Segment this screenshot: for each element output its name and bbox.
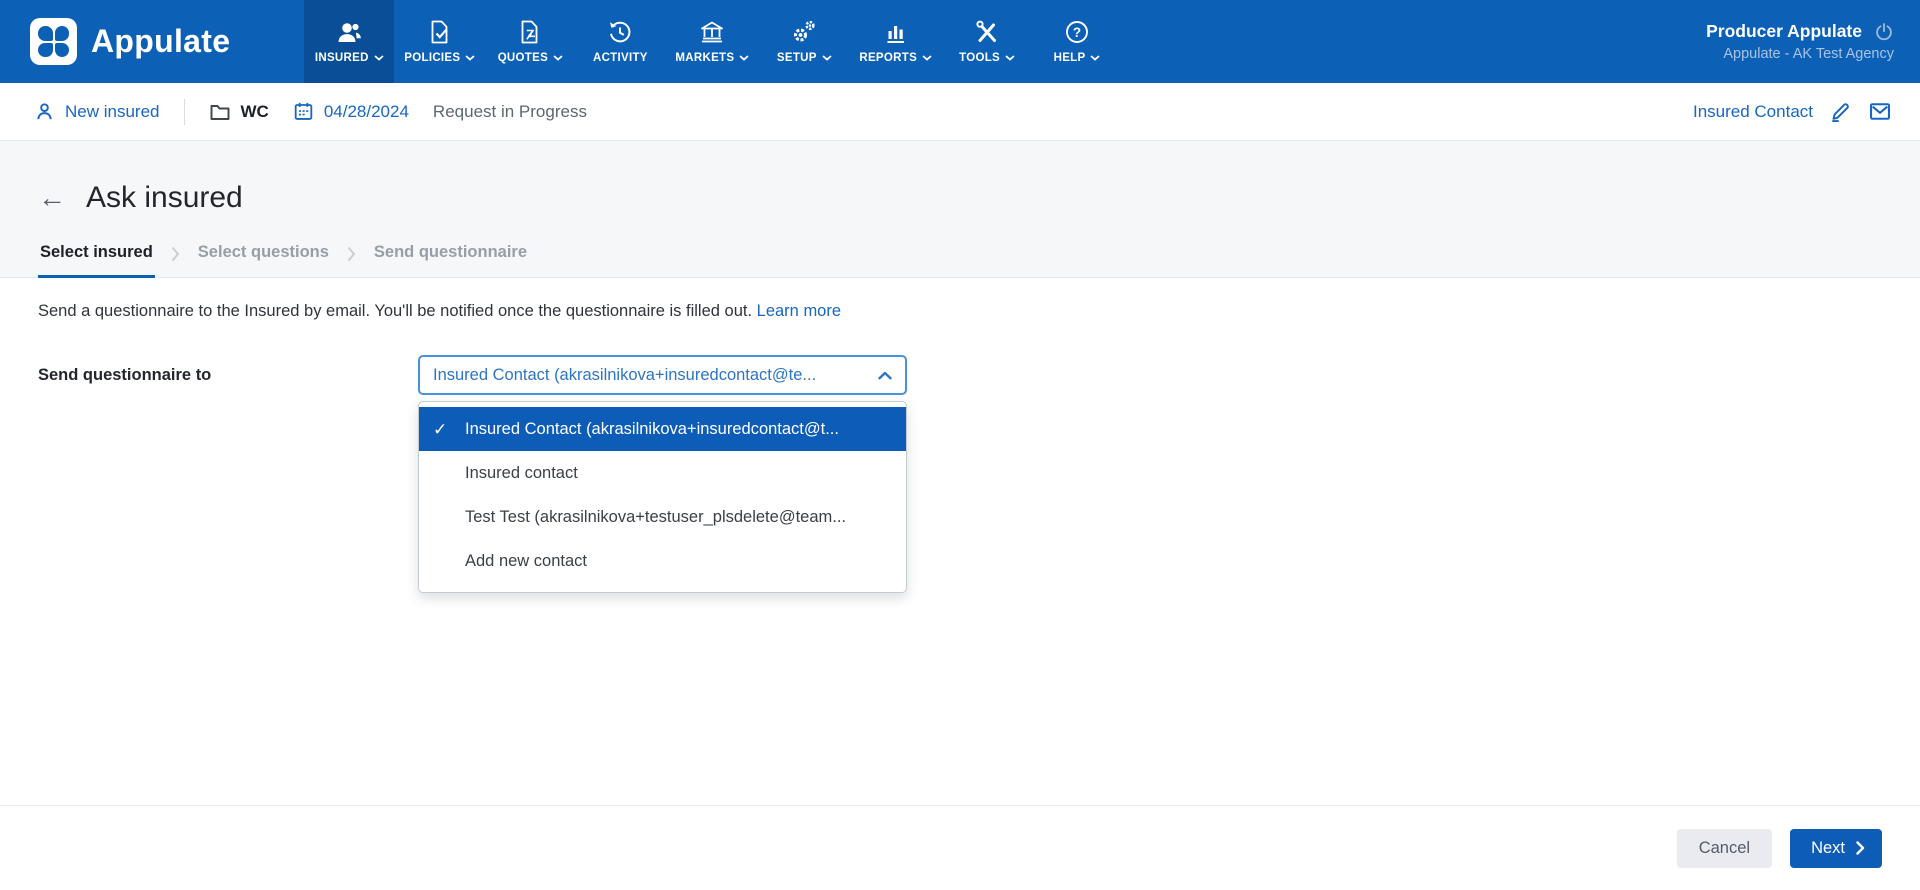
chevron-right-icon xyxy=(1856,841,1865,855)
nav-label: ACTIVITY xyxy=(593,52,648,64)
step-separator-icon xyxy=(171,246,180,273)
nav-label: MARKETS xyxy=(675,52,734,64)
new-insured-label: New insured xyxy=(65,102,160,122)
brand[interactable]: Appulate xyxy=(0,0,230,83)
lob-code: WC xyxy=(241,102,269,122)
checkmark-icon: ✓ xyxy=(433,421,457,438)
chevron-down-icon xyxy=(374,55,384,61)
top-nav-bar: Appulate INSURED POLICIES QUOTES xyxy=(0,0,1920,83)
bank-icon xyxy=(699,19,725,45)
chevron-down-icon xyxy=(1005,55,1015,61)
person-icon xyxy=(34,101,55,122)
tools-icon xyxy=(974,19,1000,45)
dropdown-option[interactable]: Test Test (akrasilnikova+testuser_plsdel… xyxy=(419,495,906,539)
cancel-button[interactable]: Cancel xyxy=(1677,829,1772,868)
appulate-app: Appulate INSURED POLICIES QUOTES xyxy=(0,0,1920,890)
chevron-down-icon xyxy=(739,55,749,61)
nav-label: REPORTS xyxy=(859,52,917,64)
nav-item-policies[interactable]: POLICIES xyxy=(394,0,485,83)
insured-toolbar: New insured WC 04/28/2024 Request in Pro… xyxy=(0,83,1920,141)
users-icon xyxy=(336,19,363,45)
nav-label: SETUP xyxy=(777,52,817,64)
send-to-select[interactable]: Insured Contact (akrasilnikova+insuredco… xyxy=(418,355,907,395)
toolbar-right: Insured Contact xyxy=(1693,100,1892,123)
toolbar-divider xyxy=(184,99,185,125)
option-label: Add new contact xyxy=(465,552,587,571)
nav-label: HELP xyxy=(1054,52,1086,64)
page-title: Ask insured xyxy=(86,181,243,215)
request-status-label: Request in Progress xyxy=(433,102,587,122)
brand-name: Appulate xyxy=(91,23,230,60)
bar-chart-icon xyxy=(884,19,908,45)
main-nav: INSURED POLICIES QUOTES ACTIVITY xyxy=(304,0,1122,83)
nav-label: INSURED xyxy=(315,52,369,64)
send-to-label: Send questionnaire to xyxy=(38,366,418,385)
dropdown-option[interactable]: Insured contact xyxy=(419,451,906,495)
request-status: Request in Progress xyxy=(433,102,587,122)
nav-label: QUOTES xyxy=(498,52,548,64)
dropdown-option-add-new-contact[interactable]: Add new contact xyxy=(419,539,906,583)
learn-more-link[interactable]: Learn more xyxy=(757,302,841,320)
user-info: Producer Appulate Appulate - AK Test Age… xyxy=(1706,0,1920,83)
chevron-down-icon xyxy=(465,55,475,61)
line-of-business[interactable]: WC xyxy=(209,102,269,122)
dropdown-option[interactable]: ✓ Insured Contact (akrasilnikova+insured… xyxy=(419,407,906,451)
option-label: Insured contact xyxy=(465,464,578,483)
nav-item-quotes[interactable]: QUOTES xyxy=(485,0,575,83)
nav-label: TOOLS xyxy=(959,52,1000,64)
user-name: Producer Appulate xyxy=(1706,21,1862,42)
send-to-dropdown: ✓ Insured Contact (akrasilnikova+insured… xyxy=(418,401,907,593)
gears-icon xyxy=(791,19,817,45)
chevron-up-icon xyxy=(878,371,892,380)
step-select-questions[interactable]: Select questions xyxy=(196,241,331,278)
power-icon[interactable] xyxy=(1874,22,1894,42)
history-clock-icon xyxy=(607,19,633,45)
nav-item-help[interactable]: ? HELP xyxy=(1032,0,1122,83)
nav-item-insured[interactable]: INSURED xyxy=(304,0,394,83)
step-select-insured[interactable]: Select insured xyxy=(38,241,155,278)
nav-item-reports[interactable]: REPORTS xyxy=(849,0,942,83)
step-separator-icon xyxy=(347,246,356,273)
document-hourglass-icon xyxy=(518,19,542,45)
pencil-icon[interactable] xyxy=(1829,100,1852,123)
calendar-icon xyxy=(293,101,314,122)
option-label: Test Test (akrasilnikova+testuser_plsdel… xyxy=(465,508,846,527)
folder-icon xyxy=(209,102,231,122)
send-to-select-wrap: Insured Contact (akrasilnikova+insuredco… xyxy=(418,355,907,395)
effective-date[interactable]: 04/28/2024 xyxy=(293,101,409,122)
new-insured-link[interactable]: New insured xyxy=(34,101,160,122)
chevron-down-icon xyxy=(553,55,563,61)
user-agency: Appulate - AK Test Agency xyxy=(1723,46,1894,62)
svg-text:?: ? xyxy=(1073,25,1081,40)
send-to-row: Send questionnaire to Insured Contact (a… xyxy=(38,355,1920,395)
option-label: Insured Contact (akrasilnikova+insuredco… xyxy=(465,420,839,439)
next-button[interactable]: Next xyxy=(1790,829,1882,868)
chevron-down-icon xyxy=(1090,55,1100,61)
wizard-footer: Cancel Next xyxy=(0,805,1920,890)
nav-item-setup[interactable]: SETUP xyxy=(759,0,849,83)
next-label: Next xyxy=(1811,839,1845,858)
nav-label: POLICIES xyxy=(404,52,460,64)
step-send-questionnaire[interactable]: Send questionnaire xyxy=(372,241,529,278)
question-icon: ? xyxy=(1064,19,1090,45)
nav-item-markets[interactable]: MARKETS xyxy=(665,0,759,83)
description-text: Send a questionnaire to the Insured by e… xyxy=(38,302,752,320)
wizard-steps: Select insured Select questions Send que… xyxy=(0,241,1920,278)
page-head: ← Ask insured Select insured Select ques… xyxy=(0,141,1920,278)
select-value: Insured Contact (akrasilnikova+insuredco… xyxy=(433,366,816,385)
nav-item-tools[interactable]: TOOLS xyxy=(942,0,1032,83)
appulate-logo-icon xyxy=(30,18,77,65)
content-area: Send a questionnaire to the Insured by e… xyxy=(0,278,1920,805)
effective-date-value: 04/28/2024 xyxy=(324,102,409,122)
envelope-icon[interactable] xyxy=(1868,101,1892,122)
document-check-icon xyxy=(428,19,452,45)
nav-item-activity[interactable]: ACTIVITY xyxy=(575,0,665,83)
insured-contact-link[interactable]: Insured Contact xyxy=(1693,102,1813,122)
chevron-down-icon xyxy=(822,55,832,61)
clover-icon xyxy=(38,26,69,57)
page-description: Send a questionnaire to the Insured by e… xyxy=(38,302,1920,321)
back-arrow-icon[interactable]: ← xyxy=(38,184,66,212)
chevron-down-icon xyxy=(922,55,932,61)
